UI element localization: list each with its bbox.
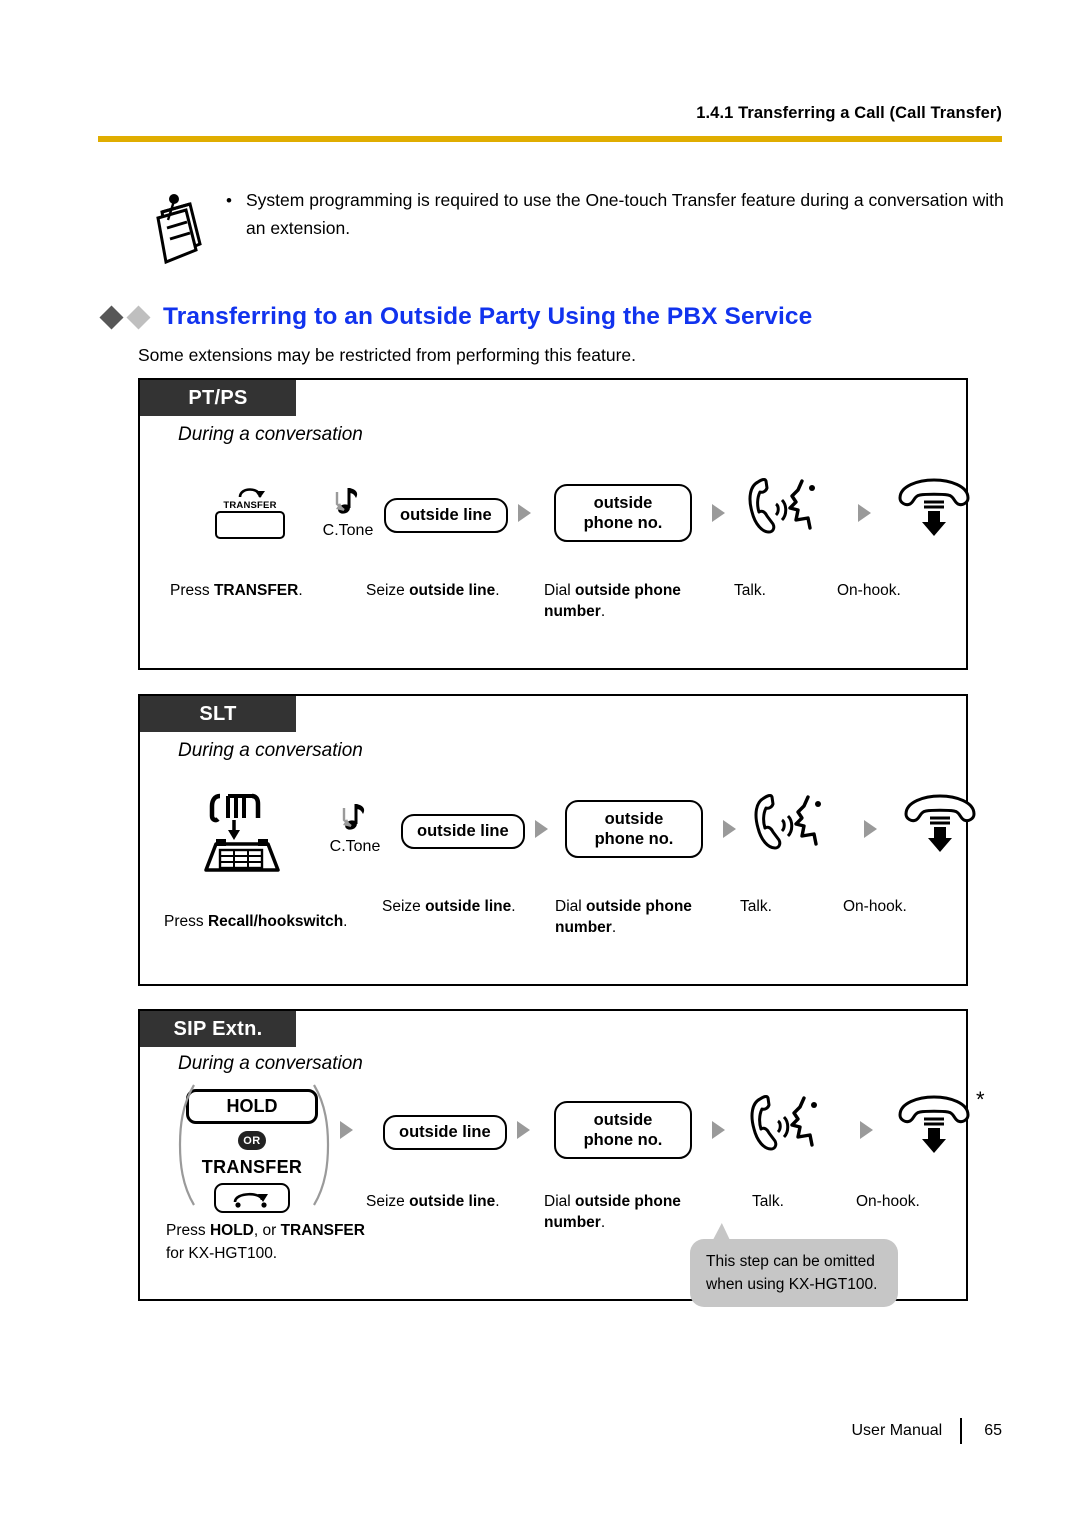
step-outside-line-pill: outside line bbox=[384, 498, 508, 533]
note-block: • System programming is required to use … bbox=[140, 186, 1010, 266]
handset-onhook-icon bbox=[898, 478, 970, 536]
outside-phone-line1-slt: outside bbox=[604, 810, 664, 828]
during-label-sip: During a conversation bbox=[178, 1053, 363, 1074]
document-page: 1.4.1 Transferring a Call (Call Transfer… bbox=[0, 0, 1080, 1527]
caption-sip-step-3: Talk. bbox=[752, 1193, 784, 1210]
caption-sip-step-4: On-hook. bbox=[856, 1193, 920, 1210]
arrow-icon-sip-1 bbox=[340, 1121, 353, 1139]
during-label-ptps: During a conversation bbox=[178, 424, 363, 445]
caption-step-5: Talk. bbox=[734, 582, 766, 599]
step-confirmation-tone: C.Tone bbox=[303, 482, 393, 540]
arrow-icon-sip-2 bbox=[517, 1121, 530, 1139]
procedure-tab-slt: SLT bbox=[140, 696, 296, 732]
step-confirmation-tone-slt: C.Tone bbox=[310, 798, 400, 856]
caption-step-1: Press TRANSFER. bbox=[170, 582, 303, 599]
group-brace-icon bbox=[178, 1084, 330, 1206]
handset-onhook-icon bbox=[904, 794, 976, 852]
step-outside-line-pill-slt: outside line bbox=[401, 814, 525, 849]
note-bullet: • bbox=[226, 191, 232, 210]
arrow-icon-1 bbox=[518, 504, 531, 522]
callout-line2: when using KX-HGT100. bbox=[706, 1276, 878, 1293]
page-title: Transferring to an Outside Party Using t… bbox=[163, 303, 813, 330]
caption-sip-step-2: Dial outside phone number. bbox=[544, 1193, 681, 1231]
section-title-row: Transferring to an Outside Party Using t… bbox=[99, 303, 813, 331]
outside-phone-line2-sip: phone no. bbox=[583, 1131, 663, 1149]
caption-slt-step-1: Press Recall/hookswitch. bbox=[164, 913, 348, 930]
step-talk-icon-slt bbox=[748, 792, 840, 861]
caption-slt-step-3: Seize outside line. bbox=[382, 898, 516, 915]
outside-phone-line1-sip: outside bbox=[593, 1111, 653, 1129]
handset-talking-icon bbox=[754, 793, 821, 850]
step-onhook-icon-slt bbox=[894, 794, 986, 859]
caption-slt-step-4: Dial outside phone number. bbox=[555, 898, 692, 936]
caption-step-3: Seize outside line. bbox=[366, 582, 500, 599]
caption-step-6: On-hook. bbox=[837, 582, 901, 599]
step-hookswitch-icon bbox=[198, 790, 298, 879]
step-onhook-icon bbox=[888, 478, 980, 543]
procedure-box-slt: SLT During a conversation C.Tone outside… bbox=[138, 694, 976, 986]
caption-sip-step-1: Seize outside line. bbox=[366, 1193, 500, 1210]
handset-talking-icon bbox=[750, 1094, 817, 1151]
page-footer: User Manual 65 bbox=[851, 1418, 1002, 1444]
header-rule bbox=[98, 136, 1002, 142]
transfer-key-body bbox=[215, 511, 285, 539]
caption-sip-press: Press HOLD, or TRANSFER for KX-HGT100. bbox=[166, 1222, 365, 1262]
procedure-tab-sip: SIP Extn. bbox=[140, 1011, 296, 1047]
section-subtitle: Some extensions may be restricted from p… bbox=[138, 345, 636, 365]
step-outside-phone-pill-slt: outside phone no. bbox=[565, 800, 703, 858]
arrow-icon-slt-2 bbox=[723, 820, 736, 838]
diamond-dark-icon bbox=[99, 304, 124, 330]
step-talk-icon-sip bbox=[744, 1093, 836, 1162]
recall-hookswitch-icon bbox=[204, 793, 280, 872]
caption-slt-step-6: On-hook. bbox=[843, 898, 907, 915]
callout-bubble: This step can be omitted when using KX-H… bbox=[690, 1239, 898, 1307]
step-transfer-key: TRANSFER bbox=[190, 484, 310, 539]
step-outside-phone-pill-sip: outside phone no. bbox=[554, 1101, 692, 1159]
handset-onhook-icon bbox=[898, 1095, 970, 1153]
step-onhook-icon-sip bbox=[888, 1095, 980, 1160]
footer-manual-label: User Manual bbox=[851, 1422, 943, 1439]
note-pad-icon bbox=[148, 186, 212, 266]
arrow-icon-slt-1 bbox=[535, 820, 548, 838]
note-text: System programming is required to use th… bbox=[246, 190, 1004, 238]
arrow-icon-sip-4 bbox=[860, 1121, 873, 1139]
step-outside-line-pill-sip: outside line bbox=[383, 1115, 507, 1150]
transfer-key-label: TRANSFER bbox=[223, 500, 277, 511]
step-talk-icon bbox=[742, 476, 834, 545]
outside-phone-line2: phone no. bbox=[583, 514, 663, 532]
outside-phone-line2-slt: phone no. bbox=[594, 830, 674, 848]
step-outside-phone-pill: outside phone no. bbox=[554, 484, 692, 542]
footer-page-number: 65 bbox=[984, 1422, 1002, 1439]
callout-line1: This step can be omitted bbox=[706, 1253, 875, 1270]
ctone-label: C.Tone bbox=[322, 522, 374, 539]
caption-slt-step-5: Talk. bbox=[740, 898, 772, 915]
procedure-tab-ptps: PT/PS bbox=[140, 380, 296, 416]
arrow-icon-sip-3 bbox=[712, 1121, 725, 1139]
outside-phone-line1: outside bbox=[593, 494, 653, 512]
asterisk-marker: * bbox=[976, 1087, 985, 1112]
arrow-icon-2 bbox=[712, 504, 725, 522]
arrow-icon-3 bbox=[858, 504, 871, 522]
arrow-icon-slt-3 bbox=[864, 820, 877, 838]
procedure-box-ptps: PT/PS During a conversation TRANSFER C.T… bbox=[138, 378, 970, 670]
handset-talking-icon bbox=[748, 477, 815, 534]
procedure-box-sip: SIP Extn. During a conversation HOLD OR … bbox=[138, 1009, 985, 1307]
caption-step-4: Dial outside phone number. bbox=[544, 582, 681, 620]
ctone-label-slt: C.Tone bbox=[329, 838, 381, 855]
diamond-light-icon bbox=[126, 304, 151, 330]
page-header-section-ref: 1.4.1 Transferring a Call (Call Transfer… bbox=[696, 104, 1002, 122]
during-label-slt: During a conversation bbox=[178, 740, 363, 761]
